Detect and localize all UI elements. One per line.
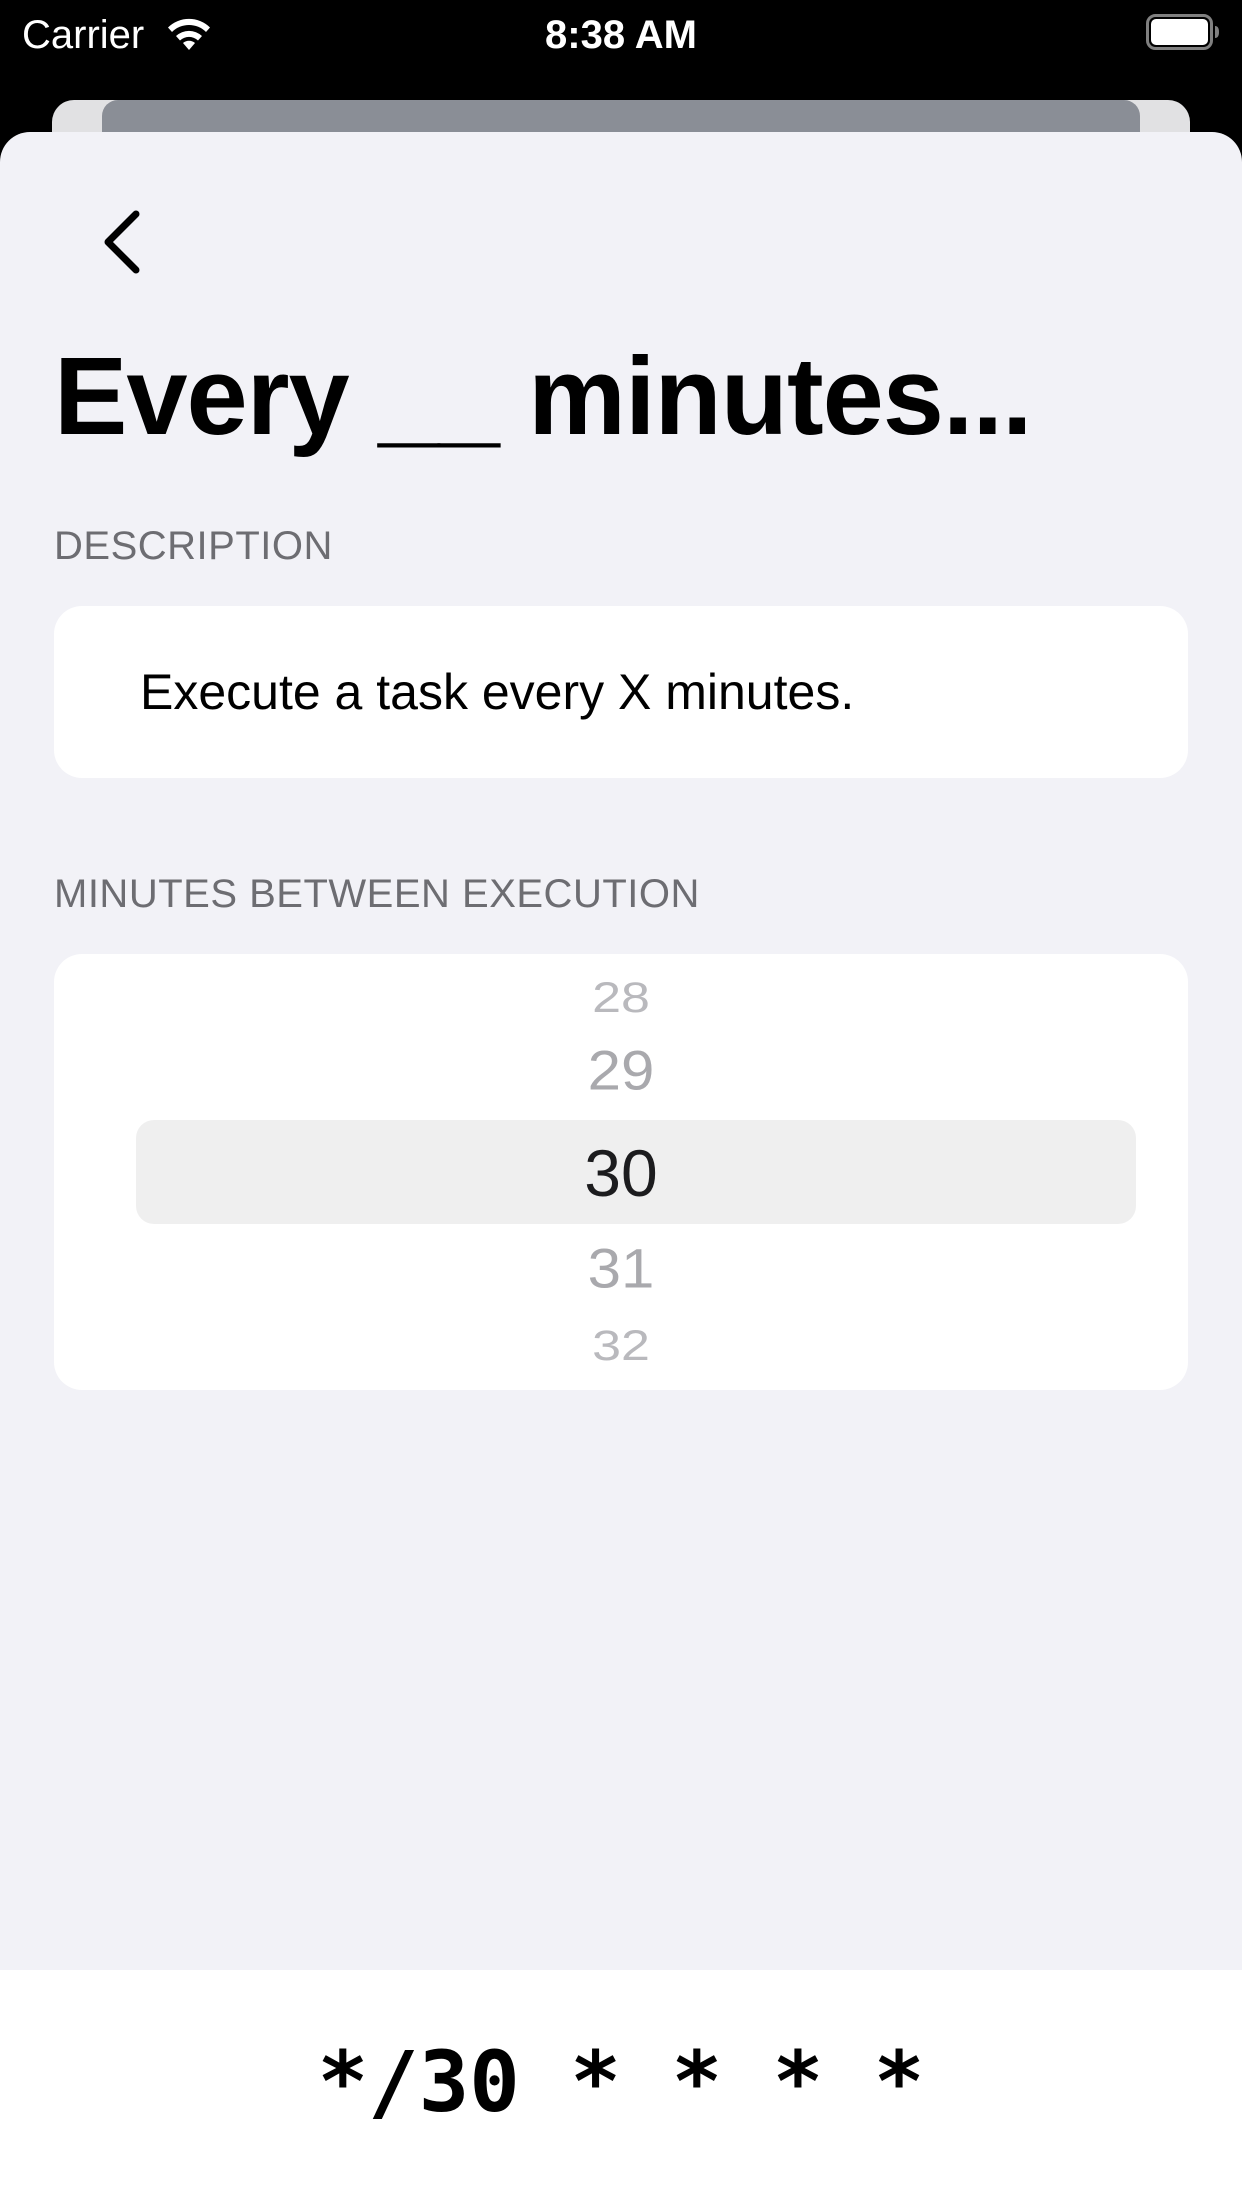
chevron-left-icon — [104, 210, 140, 274]
modal-sheet: Every __ minutes... DESCRIPTION Execute … — [0, 132, 1242, 2208]
status-bar: Carrier 8:38 AM — [0, 0, 1242, 96]
picker-option-selected[interactable]: 30 — [54, 1136, 1188, 1210]
picker-option[interactable]: 32 — [54, 1321, 1188, 1370]
back-button[interactable] — [90, 192, 160, 292]
status-time: 8:38 AM — [545, 13, 697, 57]
picker-option[interactable]: 29 — [54, 1039, 1188, 1103]
description-text: Execute a task every X minutes. — [140, 664, 855, 720]
picker-option[interactable]: 31 — [54, 1237, 1188, 1301]
description-header: DESCRIPTION — [54, 524, 333, 568]
picker-option[interactable]: 28 — [54, 973, 1188, 1022]
minutes-picker[interactable]: 28 29 30 31 32 — [54, 954, 1188, 1390]
cron-expression: */30 * * * * — [317, 2033, 925, 2131]
battery-icon — [1146, 14, 1219, 50]
cron-bar: */30 * * * * — [0, 1970, 1242, 2208]
page-title: Every __ minutes... — [54, 335, 1033, 458]
minutes-header: MINUTES BETWEEN EXECUTION — [54, 872, 700, 916]
description-card: Execute a task every X minutes. — [54, 606, 1188, 778]
